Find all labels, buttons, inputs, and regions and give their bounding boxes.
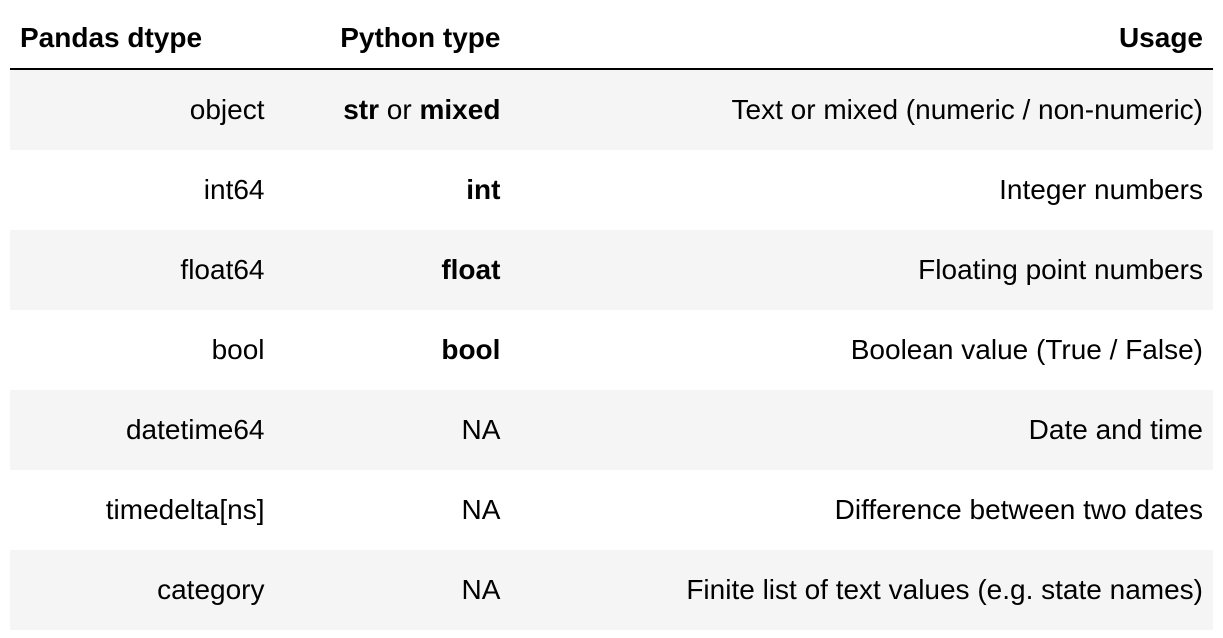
table-row: datetime64 NA Date and time — [10, 390, 1213, 470]
cell-usage: Integer numbers — [510, 150, 1213, 230]
table-row: bool bool Boolean value (True / False) — [10, 310, 1213, 390]
cell-usage: Text or mixed (numeric / non-numeric) — [510, 69, 1213, 150]
cell-usage: Date and time — [510, 390, 1213, 470]
table-row: object str or mixed Text or mixed (numer… — [10, 69, 1213, 150]
ptype-part: NA — [462, 414, 501, 445]
dtype-table: Pandas dtype Python type Usage object st… — [10, 8, 1213, 630]
cell-dtype: int64 — [10, 150, 275, 230]
ptype-part: mixed — [420, 94, 501, 125]
table-row: timedelta[ns] NA Difference between two … — [10, 470, 1213, 550]
table-row: int64 int Integer numbers — [10, 150, 1213, 230]
cell-python-type: NA — [275, 550, 511, 630]
cell-python-type: NA — [275, 470, 511, 550]
table-row: float64 float Floating point numbers — [10, 230, 1213, 310]
cell-dtype: bool — [10, 310, 275, 390]
cell-python-type: float — [275, 230, 511, 310]
cell-usage: Boolean value (True / False) — [510, 310, 1213, 390]
cell-python-type: int — [275, 150, 511, 230]
cell-usage: Floating point numbers — [510, 230, 1213, 310]
cell-dtype: object — [10, 69, 275, 150]
ptype-part: or — [379, 94, 419, 125]
ptype-part: NA — [462, 574, 501, 605]
cell-dtype: float64 — [10, 230, 275, 310]
cell-dtype: timedelta[ns] — [10, 470, 275, 550]
header-usage: Usage — [510, 8, 1213, 69]
table-row: category NA Finite list of text values (… — [10, 550, 1213, 630]
header-python-type: Python type — [275, 8, 511, 69]
cell-usage: Finite list of text values (e.g. state n… — [510, 550, 1213, 630]
cell-python-type: NA — [275, 390, 511, 470]
cell-python-type: bool — [275, 310, 511, 390]
ptype-part: NA — [462, 494, 501, 525]
ptype-part: str — [343, 94, 379, 125]
ptype-part: bool — [441, 334, 500, 365]
cell-python-type: str or mixed — [275, 69, 511, 150]
ptype-part: int — [466, 174, 500, 205]
ptype-part: float — [441, 254, 500, 285]
cell-dtype: datetime64 — [10, 390, 275, 470]
cell-dtype: category — [10, 550, 275, 630]
cell-usage: Difference between two dates — [510, 470, 1213, 550]
table-header-row: Pandas dtype Python type Usage — [10, 8, 1213, 69]
header-pandas-dtype: Pandas dtype — [10, 8, 275, 69]
